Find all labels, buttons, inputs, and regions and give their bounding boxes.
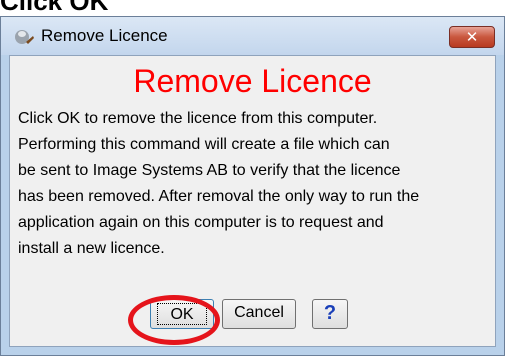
caption-text: Click OK [0,0,109,16]
message-line: Click OK to remove the licence from this… [18,110,378,127]
ok-highlight-circle [128,295,220,345]
message-line: has been removed. After removal the only… [18,188,420,205]
remove-licence-dialog: Remove Licence ✕ Remove Licence Click OK… [0,16,505,356]
close-button[interactable]: ✕ [449,26,495,48]
dialog-message: Click OK to remove the licence from this… [18,106,498,262]
message-line: application again on this computer is to… [18,214,384,231]
title-bar[interactable]: Remove Licence ✕ [1,17,504,55]
dialog-heading: Remove Licence [133,63,372,99]
window-title: Remove Licence [41,26,168,45]
message-line: install a new licence. [18,240,165,257]
help-icon: ? [323,302,337,324]
close-icon: ✕ [465,28,479,46]
message-line: be sent to Image Systems AB to verify th… [18,162,401,179]
app-icon [13,28,35,46]
dialog-content: Remove Licence Click OK to remove the li… [9,55,496,347]
cancel-button[interactable]: Cancel [222,299,296,329]
help-button[interactable]: ? [312,299,348,329]
message-line: Performing this command will create a fi… [18,136,390,153]
